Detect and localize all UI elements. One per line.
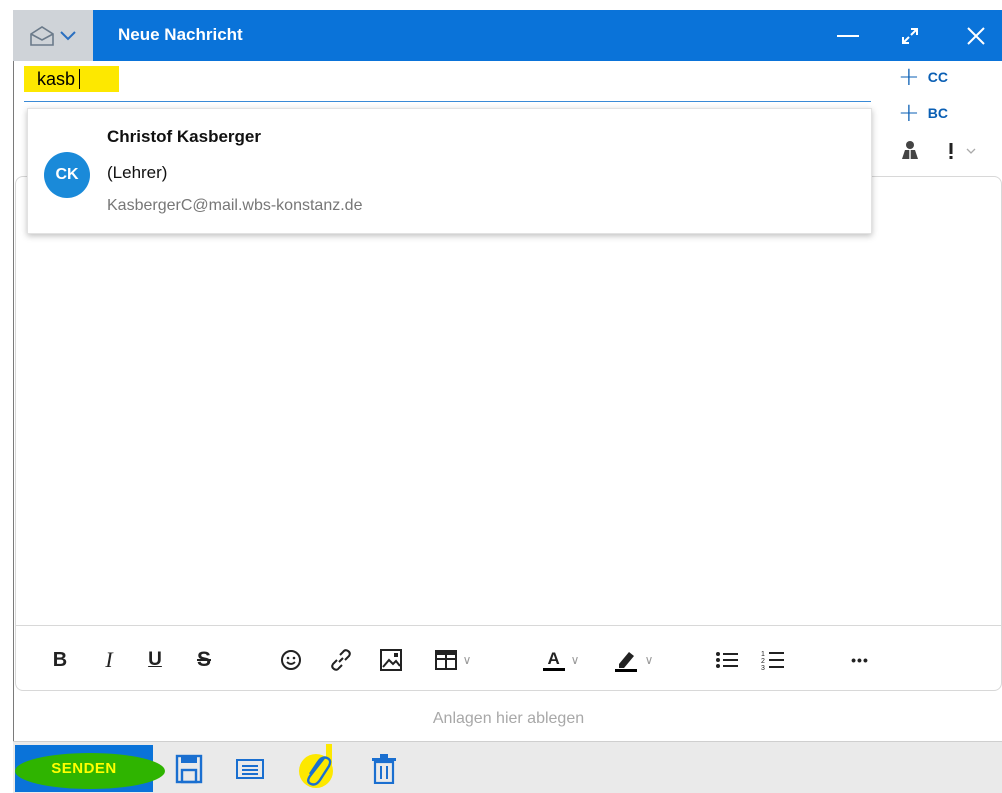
priority-menu[interactable] xyxy=(948,140,990,162)
to-input[interactable]: kasb xyxy=(24,66,119,92)
template-icon xyxy=(236,759,264,779)
chevron-down-icon xyxy=(966,148,976,154)
bc-label: BC xyxy=(927,105,949,121)
contacts-icon xyxy=(902,141,918,159)
paperclip-icon xyxy=(299,744,333,788)
font-color-button[interactable]: A ∨ xyxy=(533,645,589,675)
envelope-icon xyxy=(30,25,54,46)
toolbar-divider xyxy=(15,625,1002,626)
bold-button[interactable]: B xyxy=(48,645,72,675)
cc-label: CC xyxy=(927,69,949,85)
svg-text:2: 2 xyxy=(761,658,765,665)
numbered-list-icon: 1 2 3 xyxy=(761,651,784,671)
plus-icon: + xyxy=(898,98,920,128)
exclamation-icon xyxy=(949,143,953,159)
bullet-list-icon xyxy=(716,652,738,668)
close-icon xyxy=(967,26,985,45)
contact-suggestion[interactable]: CK Christof Kasberger (Lehrer) Kasberger… xyxy=(27,108,872,234)
chevron-down-icon: ∨ xyxy=(644,653,654,667)
send-label: SENDEN xyxy=(51,760,117,777)
minimize-icon xyxy=(837,34,859,37)
svg-text:1: 1 xyxy=(761,651,765,658)
svg-text:3: 3 xyxy=(761,665,765,671)
save-draft-button[interactable] xyxy=(172,752,206,786)
insert-image-button[interactable] xyxy=(377,645,405,675)
attach-file-button[interactable] xyxy=(296,744,338,788)
contact-name: Christof Kasberger xyxy=(107,127,261,146)
text-caret xyxy=(79,69,80,89)
more-options-button[interactable]: ••• xyxy=(845,645,875,675)
trash-icon xyxy=(372,754,396,784)
strikethrough-button[interactable]: S xyxy=(190,645,218,675)
italic-button[interactable]: I xyxy=(97,645,121,675)
insert-link-button[interactable] xyxy=(327,645,355,675)
highlighter-icon xyxy=(614,652,637,672)
attachment-drop-zone[interactable]: Anlagen hier ablegen xyxy=(15,699,1002,739)
smiley-icon xyxy=(281,650,301,670)
font-color-swatch xyxy=(542,667,565,671)
address-book-button[interactable] xyxy=(899,140,921,162)
link-icon xyxy=(331,649,351,671)
contact-email: KasbergerC@mail.wbs-konstanz.de xyxy=(107,197,363,214)
send-button[interactable]: SENDEN xyxy=(15,745,165,792)
to-field-row: kasb xyxy=(24,66,871,102)
save-icon xyxy=(175,754,203,784)
insert-template-button[interactable] xyxy=(233,752,267,786)
chevron-down-icon xyxy=(60,30,76,40)
add-cc-link[interactable]: + CC xyxy=(898,62,949,92)
underline-button[interactable]: U xyxy=(143,645,167,675)
contact-role: (Lehrer) xyxy=(107,163,168,182)
table-icon xyxy=(434,650,457,670)
avatar: CK xyxy=(44,152,90,198)
add-bc-link[interactable]: + BC xyxy=(898,98,949,128)
window-title: Neue Nachricht xyxy=(118,25,243,44)
font-color-letter: A xyxy=(547,648,560,668)
maximize-button[interactable] xyxy=(884,10,936,61)
bullet-list-button[interactable] xyxy=(713,645,741,675)
emoji-button[interactable] xyxy=(278,645,304,675)
close-button[interactable] xyxy=(950,10,1002,61)
image-icon xyxy=(380,649,402,671)
chevron-down-icon: ∨ xyxy=(462,653,472,667)
message-body-editor[interactable] xyxy=(15,176,1002,691)
minimize-button[interactable] xyxy=(822,10,874,61)
expand-icon xyxy=(902,27,918,44)
message-type-menu[interactable] xyxy=(13,10,93,61)
numbered-list-button[interactable]: 1 2 3 xyxy=(759,645,787,675)
insert-table-button[interactable]: ∨ xyxy=(428,645,478,675)
discard-button[interactable] xyxy=(367,752,401,786)
plus-icon: + xyxy=(898,62,920,92)
chevron-down-icon: ∨ xyxy=(570,653,580,667)
highlight-color-button[interactable]: ∨ xyxy=(603,645,663,675)
font-color-icon: A xyxy=(542,648,565,671)
